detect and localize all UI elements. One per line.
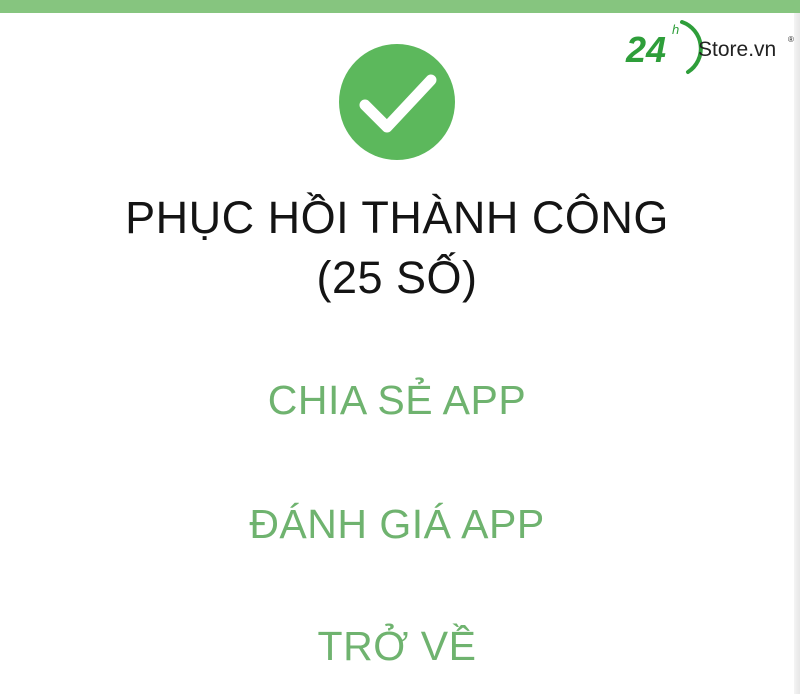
success-check-icon	[337, 42, 457, 162]
logo-registered: ®	[788, 35, 794, 44]
scrollbar-track[interactable]	[794, 13, 800, 694]
restore-success-title: PHỤC HỒI THÀNH CÔNG (25 SỐ)	[0, 188, 794, 308]
logo-brand: Store.vn	[698, 38, 776, 61]
logo-number: 24	[625, 29, 666, 70]
logo-superscript: h	[672, 22, 679, 37]
share-app-button[interactable]: CHIA SẺ APP	[0, 372, 794, 428]
top-status-bar	[0, 0, 800, 13]
title-line-1: PHỤC HỒI THÀNH CÔNG	[125, 192, 669, 243]
back-button[interactable]: TRỞ VỀ	[0, 618, 794, 674]
title-line-2: (25 SỐ)	[316, 252, 478, 303]
store-watermark-logo: 24 h Store.vn ®	[622, 16, 798, 80]
rate-app-button[interactable]: ĐÁNH GIÁ APP	[0, 496, 794, 552]
